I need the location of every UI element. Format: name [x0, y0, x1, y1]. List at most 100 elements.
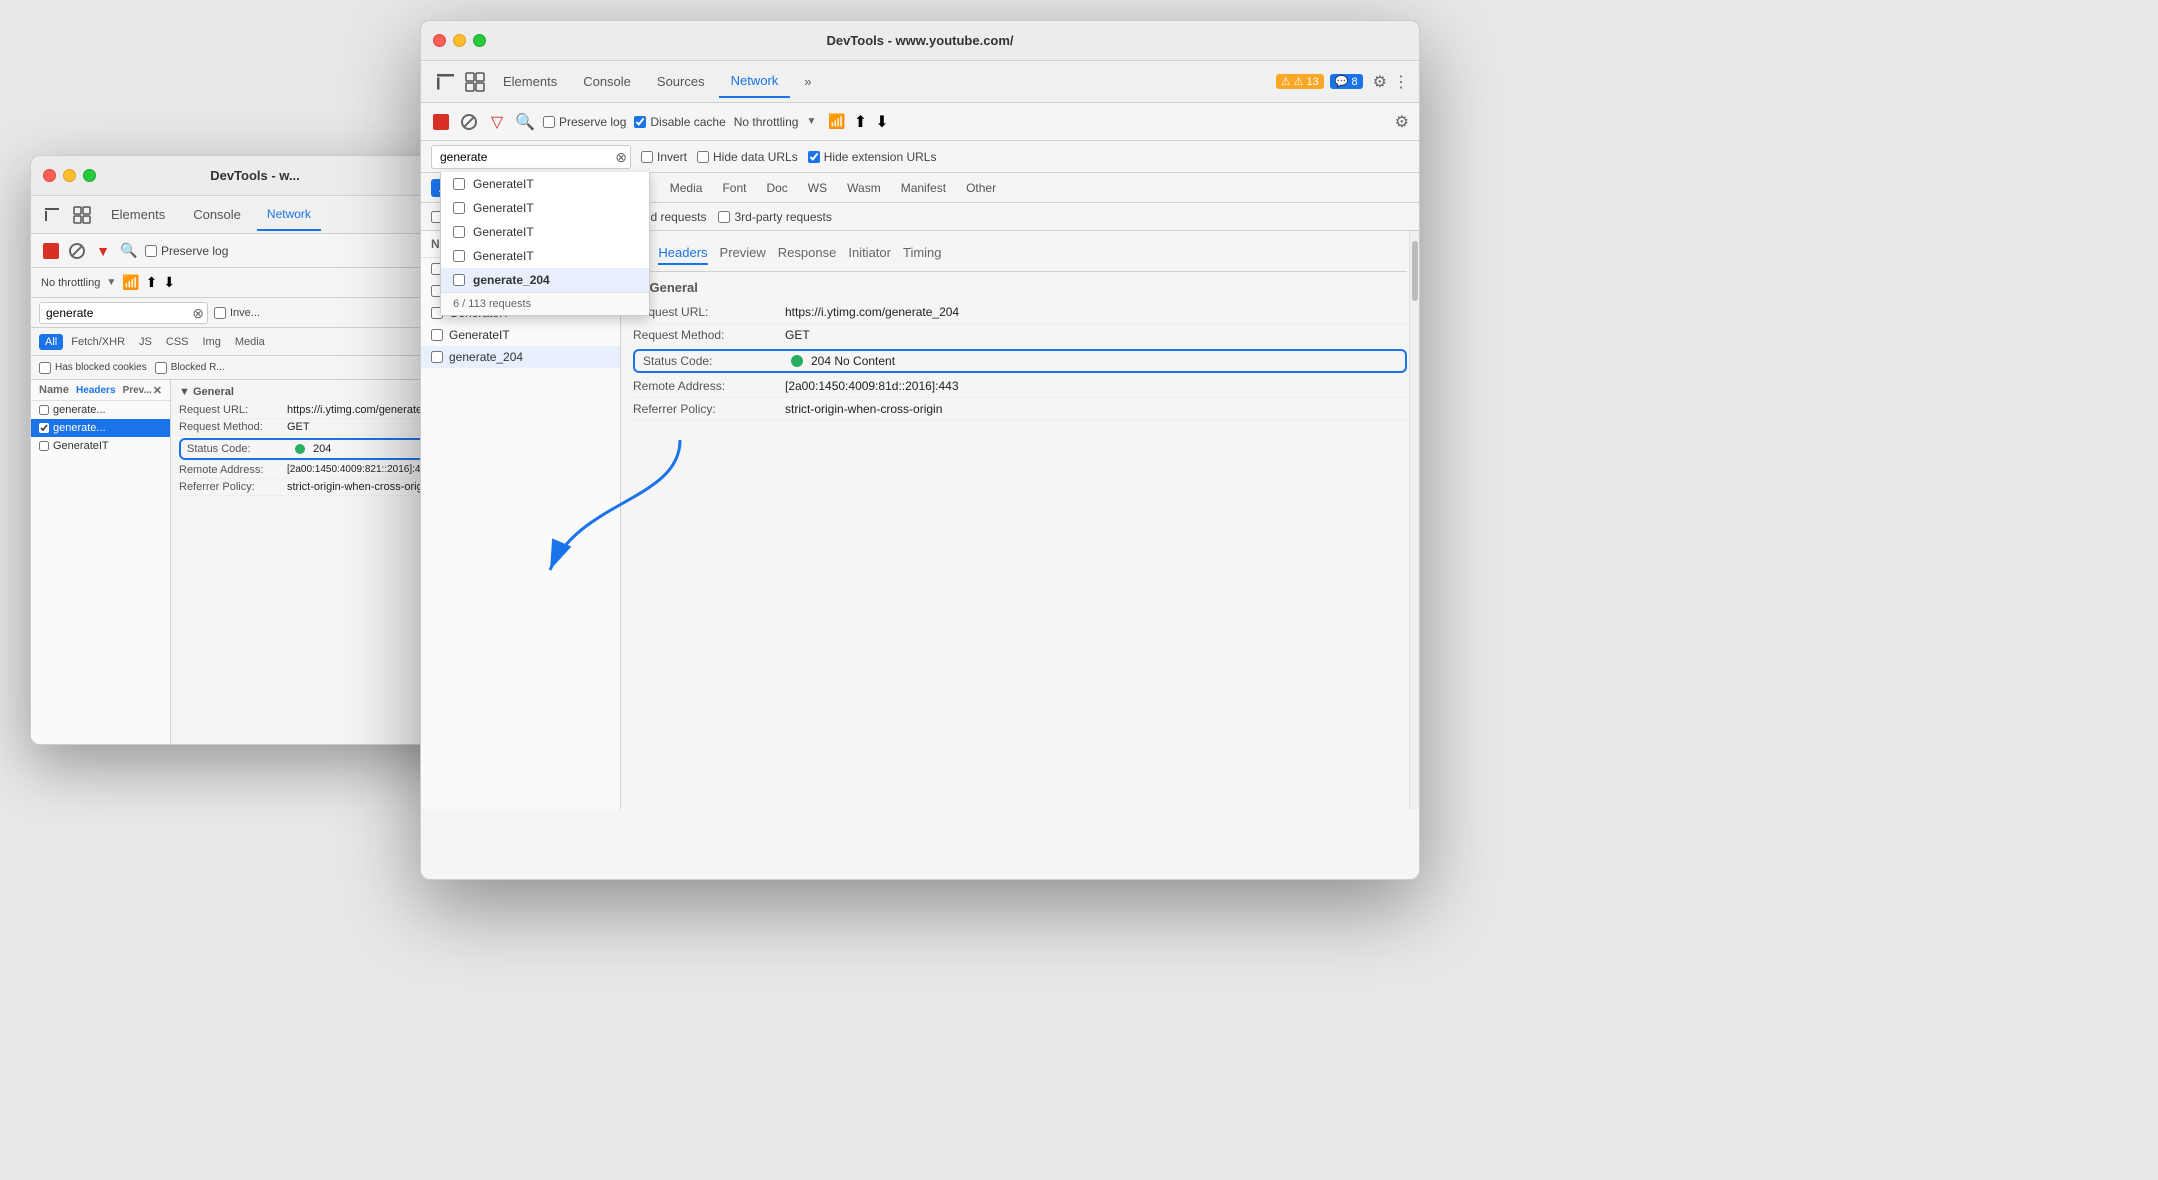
front-more-tabs[interactable]: »: [792, 66, 823, 97]
front-close-button[interactable]: [433, 34, 446, 47]
front-message-badge[interactable]: 💬 8: [1330, 74, 1363, 89]
back-file-checkbox-1[interactable]: [39, 423, 49, 433]
autocomplete-item-4[interactable]: generate_204: [441, 268, 649, 292]
back-file-item-0[interactable]: generate...: [31, 401, 170, 419]
back-minimize-button[interactable]: [63, 169, 76, 182]
front-filter-wasm[interactable]: Wasm: [839, 179, 889, 197]
back-panel-headers-tab[interactable]: Headers: [76, 385, 115, 396]
front-timing-tab[interactable]: Timing: [903, 245, 942, 265]
back-file-checkbox-0[interactable]: [39, 405, 49, 415]
back-invert-checkbox[interactable]: [214, 307, 226, 319]
back-search-input[interactable]: [39, 302, 208, 324]
back-filter-img[interactable]: Img: [197, 334, 227, 350]
front-initiator-tab[interactable]: Initiator: [848, 245, 891, 265]
back-filter-media[interactable]: Media: [229, 334, 271, 350]
front-third-party-label[interactable]: 3rd-party requests: [718, 210, 831, 224]
front-file-item-3[interactable]: GenerateIT: [421, 324, 620, 346]
front-throttle-dropdown-icon[interactable]: ▼: [806, 116, 816, 127]
back-file-item-2[interactable]: GenerateIT: [31, 437, 170, 455]
back-close-button[interactable]: [43, 169, 56, 182]
front-preserve-log-label[interactable]: Preserve log: [543, 115, 626, 129]
front-preserve-log-checkbox[interactable]: [543, 116, 555, 128]
front-hide-data-urls-label[interactable]: Hide data URLs: [697, 150, 798, 164]
front-disable-cache-label[interactable]: Disable cache: [634, 115, 725, 129]
back-filter-js[interactable]: JS: [133, 334, 158, 350]
back-blocked-cookies-label[interactable]: Has blocked cookies: [39, 362, 147, 374]
back-blocked-r-label[interactable]: Blocked R...: [155, 362, 225, 374]
front-headers-tab[interactable]: Headers: [658, 245, 707, 265]
front-invert-checkbox[interactable]: [641, 151, 653, 163]
back-upload-icon[interactable]: ⬆: [146, 274, 158, 291]
front-toolbar-settings-icon[interactable]: ⚙: [1395, 112, 1409, 132]
front-sources-tab[interactable]: Sources: [645, 66, 717, 97]
back-maximize-button[interactable]: [83, 169, 96, 182]
front-filter-icon[interactable]: ▽: [487, 112, 507, 132]
front-warning-badge[interactable]: ⚠ ⚠ 13: [1276, 74, 1324, 89]
back-search-clear-button[interactable]: ⊗: [192, 306, 204, 320]
front-inspect-icon[interactable]: [461, 72, 489, 92]
back-console-tab[interactable]: Console: [181, 199, 253, 230]
front-hide-ext-urls-label[interactable]: Hide extension URLs: [808, 150, 937, 164]
front-cursor-icon[interactable]: [431, 72, 459, 92]
back-preserve-log-checkbox[interactable]: [145, 245, 157, 257]
front-third-party-checkbox[interactable]: [718, 211, 730, 223]
front-search-icon[interactable]: 🔍: [515, 112, 535, 132]
front-disable-cache-checkbox[interactable]: [634, 116, 646, 128]
front-maximize-button[interactable]: [473, 34, 486, 47]
back-file-item-1[interactable]: generate...: [31, 419, 170, 437]
front-scrollbar-thumb[interactable]: [1412, 241, 1418, 301]
autocomplete-checkbox-3[interactable]: [453, 250, 465, 262]
front-search-input[interactable]: [431, 145, 631, 169]
back-throttle-dropdown-icon[interactable]: ▼: [106, 277, 116, 288]
autocomplete-item-0[interactable]: GenerateIT: [441, 172, 649, 196]
autocomplete-checkbox-0[interactable]: [453, 178, 465, 190]
front-filter-media[interactable]: Media: [662, 179, 711, 197]
front-elements-tab[interactable]: Elements: [491, 66, 569, 97]
front-file-checkbox-3[interactable]: [431, 329, 443, 341]
front-response-tab[interactable]: Response: [778, 245, 837, 265]
front-invert-label[interactable]: Invert: [641, 150, 687, 164]
front-filter-other[interactable]: Other: [958, 179, 1004, 197]
back-preserve-log-label[interactable]: Preserve log: [145, 244, 228, 258]
back-clear-icon[interactable]: [67, 241, 87, 261]
autocomplete-item-1[interactable]: GenerateIT: [441, 196, 649, 220]
front-scrollbar[interactable]: [1409, 231, 1419, 809]
front-stop-icon[interactable]: [431, 112, 451, 132]
front-download-icon[interactable]: ⬇: [875, 112, 888, 132]
front-console-tab[interactable]: Console: [571, 66, 643, 97]
autocomplete-checkbox-4[interactable]: [453, 274, 465, 286]
back-inspect-icon[interactable]: [69, 206, 95, 224]
front-network-tab[interactable]: Network: [719, 65, 791, 98]
front-filter-manifest[interactable]: Manifest: [893, 179, 954, 197]
back-blocked-r-checkbox[interactable]: [155, 362, 167, 374]
autocomplete-item-3[interactable]: GenerateIT: [441, 244, 649, 268]
back-blocked-cookies-checkbox[interactable]: [39, 362, 51, 374]
back-stop-icon[interactable]: [41, 241, 61, 261]
back-filter-icon[interactable]: ▼: [93, 241, 113, 261]
back-elements-tab[interactable]: Elements: [99, 199, 177, 230]
autocomplete-checkbox-2[interactable]: [453, 226, 465, 238]
front-hide-data-urls-checkbox[interactable]: [697, 151, 709, 163]
front-filter-doc[interactable]: Doc: [758, 179, 795, 197]
back-filter-css[interactable]: CSS: [160, 334, 195, 350]
front-settings-icon[interactable]: ⚙: [1373, 72, 1387, 92]
front-filter-font[interactable]: Font: [714, 179, 754, 197]
back-search-icon[interactable]: 🔍: [119, 241, 139, 261]
front-clear-icon[interactable]: [459, 112, 479, 132]
front-hide-ext-urls-checkbox[interactable]: [808, 151, 820, 163]
front-filter-ws[interactable]: WS: [800, 179, 835, 197]
back-panel-prev-tab[interactable]: Prev...: [123, 385, 152, 396]
back-network-tab[interactable]: Network: [257, 199, 321, 231]
front-upload-icon[interactable]: ⬆: [854, 112, 867, 132]
front-preview-tab[interactable]: Preview: [720, 245, 766, 265]
front-minimize-button[interactable]: [453, 34, 466, 47]
back-filter-all[interactable]: All: [39, 334, 63, 350]
autocomplete-checkbox-1[interactable]: [453, 202, 465, 214]
front-search-clear-button[interactable]: ⊗: [615, 150, 627, 164]
front-file-checkbox-4[interactable]: [431, 351, 443, 363]
back-filter-fetch[interactable]: Fetch/XHR: [65, 334, 131, 350]
back-cursor-icon[interactable]: [39, 206, 65, 224]
back-close-panel-icon[interactable]: ✕: [153, 384, 162, 397]
autocomplete-item-2[interactable]: GenerateIT: [441, 220, 649, 244]
back-invert-label[interactable]: Inve...: [214, 307, 260, 319]
